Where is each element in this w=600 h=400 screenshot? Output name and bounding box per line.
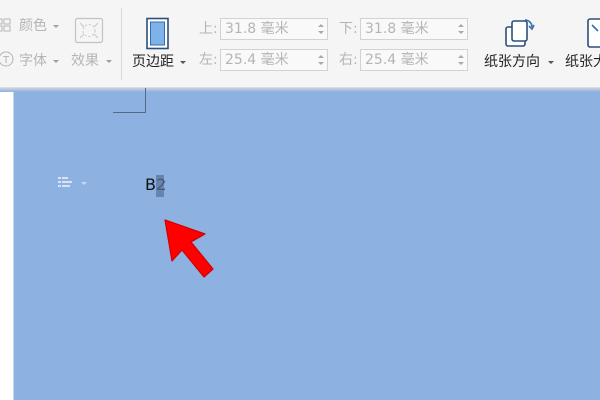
top-margin-value: 31.8 毫米 xyxy=(225,21,289,37)
app-window: 颜色 T 字体 效果 页边距 上: 31.8 毫米 左: 25.4 毫米 下: … xyxy=(0,0,600,400)
spin-down-icon[interactable] xyxy=(318,62,324,65)
right-margin-label: 右: xyxy=(339,52,358,68)
spin-down-icon[interactable] xyxy=(458,31,464,34)
chevron-down-icon xyxy=(53,25,59,28)
right-margin-value: 25.4 毫米 xyxy=(365,52,429,68)
text-cursor xyxy=(156,175,164,197)
bottom-margin-label: 下: xyxy=(339,21,358,37)
chevron-down-icon xyxy=(53,60,59,63)
chevron-down-icon xyxy=(180,61,186,64)
theme-effects-button[interactable]: 效果 xyxy=(71,52,99,70)
spin-down-icon[interactable] xyxy=(458,62,464,65)
effects-icon xyxy=(74,17,104,44)
left-margin-label: 左: xyxy=(199,52,218,68)
group-divider xyxy=(121,8,122,80)
spin-up-icon[interactable] xyxy=(318,24,324,27)
spin-up-icon[interactable] xyxy=(318,55,324,58)
left-margin-value: 25.4 毫米 xyxy=(225,52,289,68)
top-margin-label: 上: xyxy=(199,21,218,37)
top-margin-input[interactable]: 31.8 毫米 xyxy=(220,18,328,40)
spin-up-icon[interactable] xyxy=(458,55,464,58)
spin-up-icon[interactable] xyxy=(458,24,464,27)
right-margin-input[interactable]: 25.4 毫米 xyxy=(360,49,468,71)
page-corner-mark-horizontal xyxy=(113,112,146,113)
paper-orientation-button[interactable]: 纸张方向 xyxy=(484,53,540,71)
colors-icon xyxy=(0,18,11,32)
paper-size-icon xyxy=(587,18,600,48)
left-margin-strip xyxy=(0,92,14,400)
paper-size-button[interactable]: 纸张大 xyxy=(565,53,600,71)
left-margin-input[interactable]: 25.4 毫米 xyxy=(220,49,328,71)
margins-button[interactable]: 页边距 xyxy=(132,53,174,71)
ribbon-shadow xyxy=(0,87,600,92)
page-corner-mark-vertical xyxy=(145,88,146,112)
svg-text:T: T xyxy=(2,55,10,66)
bottom-margin-value: 31.8 毫米 xyxy=(365,21,429,37)
font-icon: T xyxy=(0,51,14,67)
page-layout-ribbon: 颜色 T 字体 效果 页边距 上: 31.8 毫米 左: 25.4 毫米 下: … xyxy=(0,0,600,88)
page-margins-icon xyxy=(146,17,169,50)
paper-orientation-icon xyxy=(505,19,535,47)
bottom-margin-input[interactable]: 31.8 毫米 xyxy=(360,18,468,40)
red-pointer-arrow-icon xyxy=(164,219,214,278)
table-handle-icon[interactable] xyxy=(57,175,89,191)
theme-fonts-button[interactable]: 字体 xyxy=(19,52,47,70)
spin-down-icon[interactable] xyxy=(318,31,324,34)
theme-colors-button[interactable]: 颜色 xyxy=(19,17,47,35)
chevron-down-icon xyxy=(548,61,554,64)
chevron-down-icon xyxy=(106,60,112,63)
